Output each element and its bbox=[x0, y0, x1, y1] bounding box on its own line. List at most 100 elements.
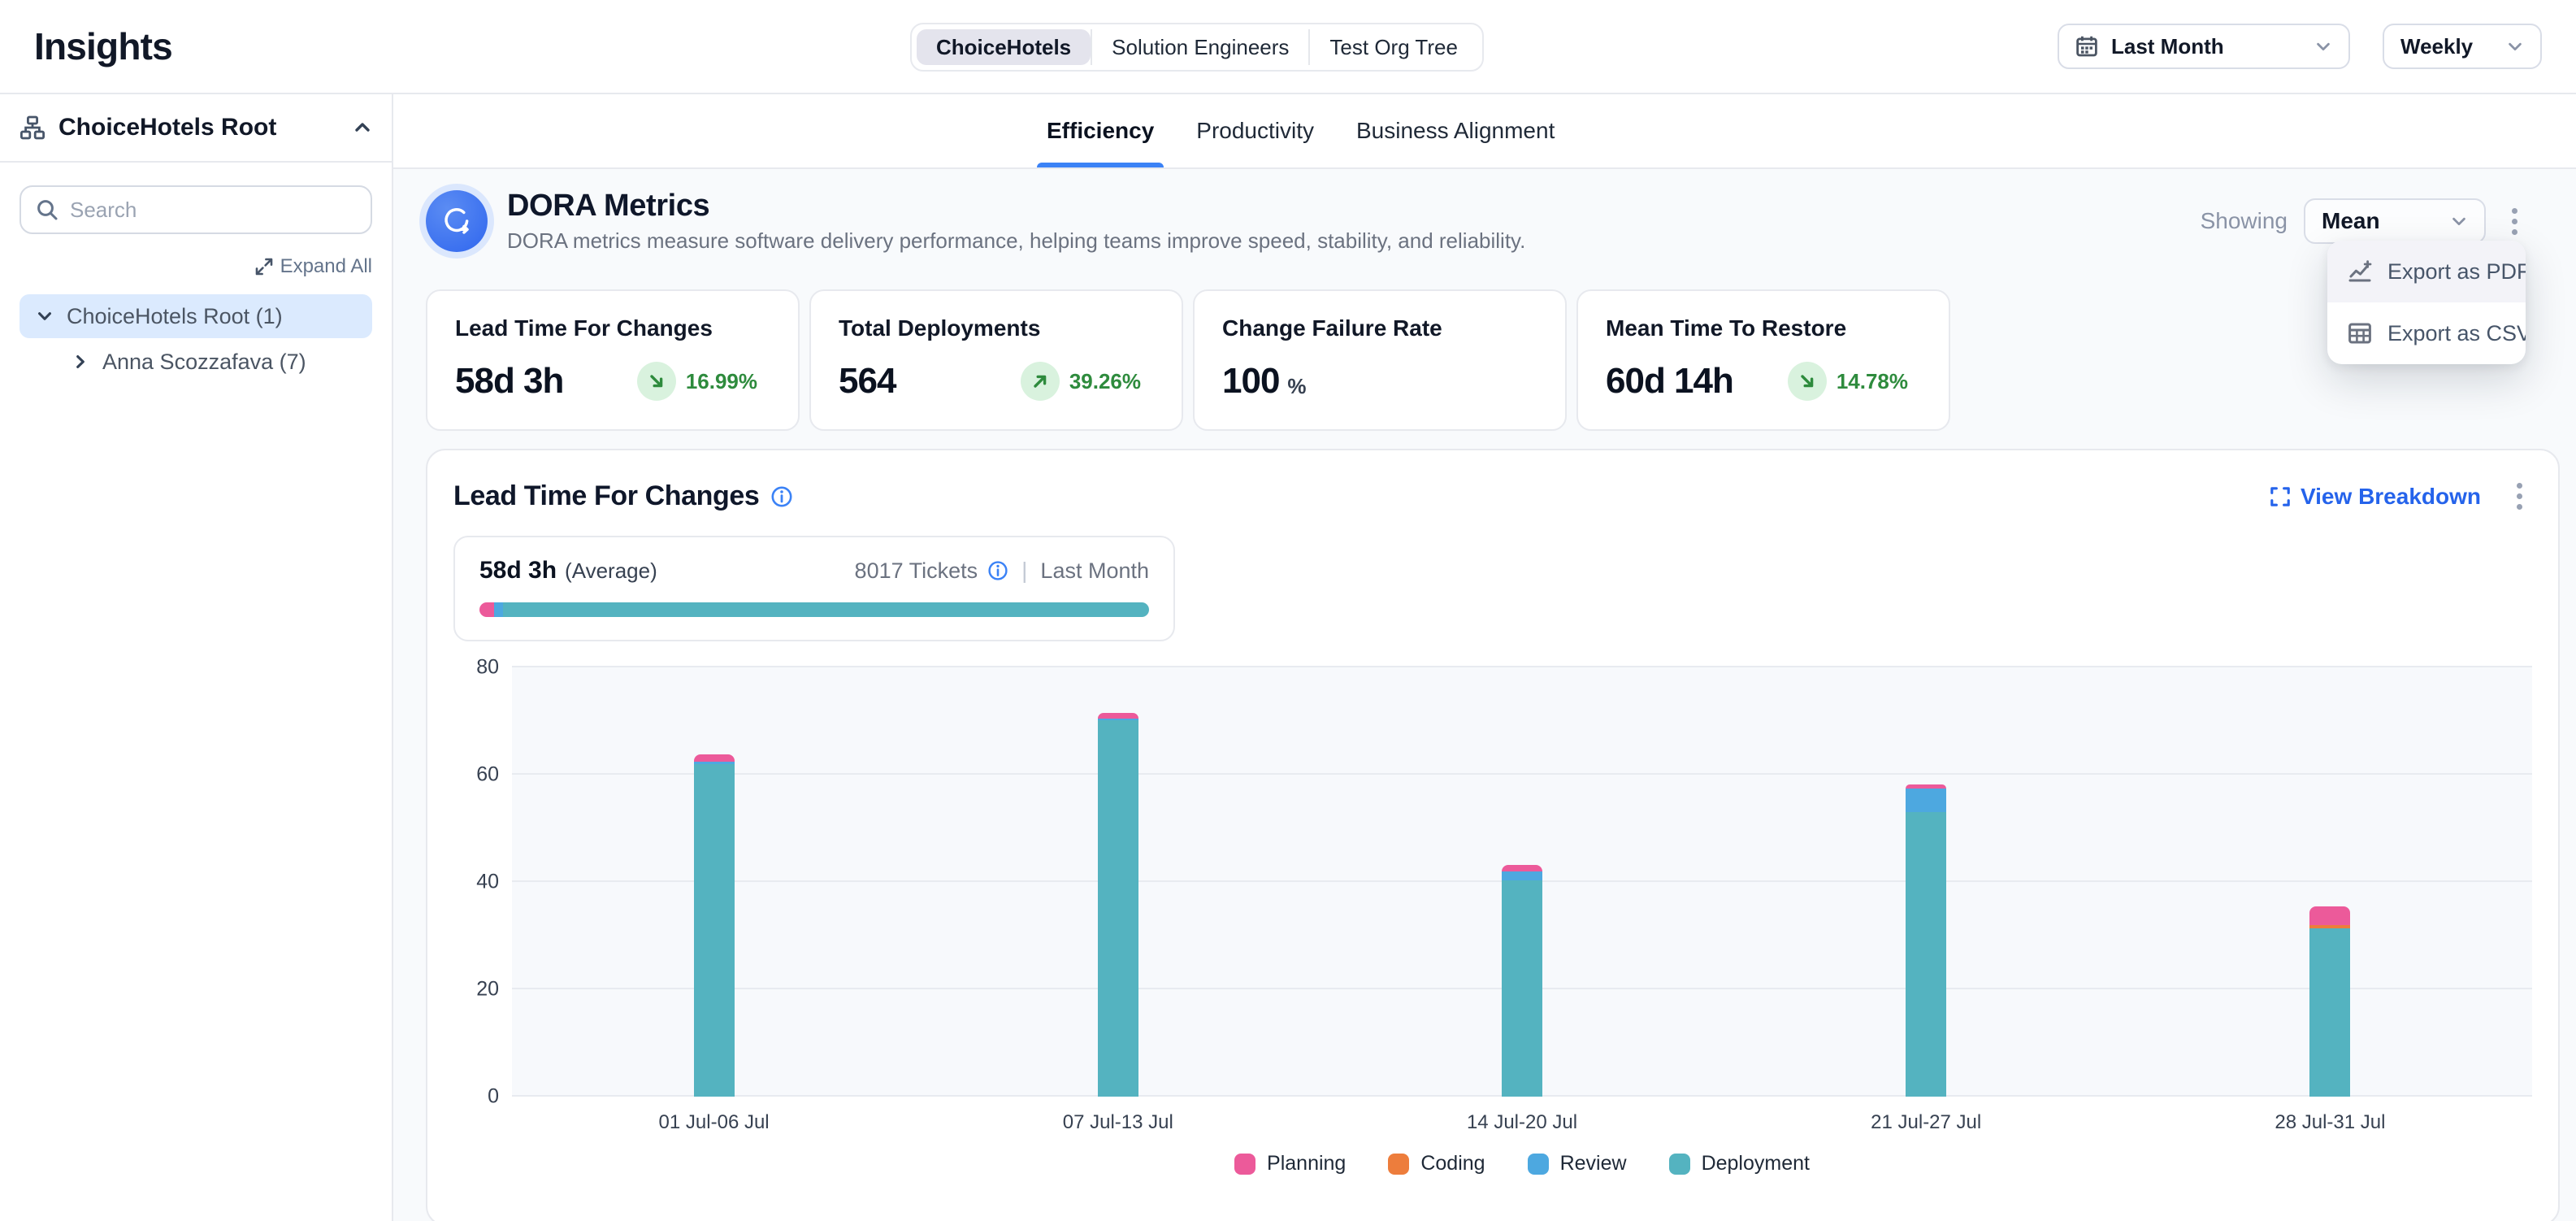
legend-swatch-coding bbox=[1388, 1154, 1409, 1175]
metric-card-title: Total Deployments bbox=[839, 315, 1154, 341]
menu-item-label: Export as CSV bbox=[2387, 321, 2526, 346]
average-summary-card: 58d 3h (Average) 8017 Tickets | Last Mon… bbox=[453, 536, 1175, 641]
lead-time-title: Lead Time For Changes bbox=[453, 480, 759, 512]
tab-productivity[interactable]: Productivity bbox=[1196, 94, 1314, 167]
bar-21-jul-27-jul[interactable] bbox=[1906, 784, 1946, 1097]
bar-28-jul-31-jul[interactable] bbox=[2309, 906, 2350, 1097]
metric-card-unit: % bbox=[1287, 374, 1306, 399]
bar-segment-deployment bbox=[1906, 812, 1946, 1097]
legend-item-coding[interactable]: Coding bbox=[1388, 1152, 1485, 1175]
plot-area bbox=[512, 667, 2532, 1097]
tree-item-label: Anna Scozzafava (7) bbox=[102, 350, 306, 375]
metric-card-value-row: 564 39.26% bbox=[839, 361, 1154, 402]
menu-item-export-as-pdf[interactable]: Export as PDF bbox=[2327, 241, 2526, 302]
bar-14-jul-20-jul[interactable] bbox=[1502, 865, 1542, 1097]
metric-card-value-row: 58d 3h 16.99% bbox=[455, 361, 770, 402]
bar-segment-deployment bbox=[694, 764, 735, 1097]
metric-cards: Lead Time For Changes58d 3h16.99%Total D… bbox=[426, 289, 2560, 431]
active-tab-underline bbox=[1037, 163, 1164, 167]
view-breakdown-label: View Breakdown bbox=[2301, 484, 2481, 510]
metric-card-value-row: 100% bbox=[1222, 361, 1537, 402]
main-area: Efficiency Productivity Business Alignment… bbox=[393, 94, 2576, 1221]
tab-efficiency[interactable]: Efficiency bbox=[1047, 94, 1154, 167]
org-tab-test-org-tree[interactable]: Test Org Tree bbox=[1308, 29, 1477, 65]
legend-item-deployment[interactable]: Deployment bbox=[1669, 1152, 1810, 1175]
bar-07-jul-13-jul[interactable] bbox=[1098, 713, 1138, 1097]
metric-card-value: 60d 14h bbox=[1606, 361, 1733, 402]
menu-item-export-as-csv[interactable]: Export as CSV bbox=[2327, 302, 2526, 364]
expand-corners-icon bbox=[2270, 486, 2291, 507]
chevron-down-icon bbox=[2314, 37, 2332, 55]
granularity-dropdown[interactable]: Weekly bbox=[2383, 24, 2542, 69]
chevron-up-icon[interactable] bbox=[353, 118, 372, 137]
info-icon[interactable] bbox=[770, 485, 793, 508]
menu-item-label: Export as PDF bbox=[2387, 259, 2526, 285]
tree-item-label: ChoiceHotels Root (1) bbox=[67, 304, 283, 329]
gridline-80 bbox=[512, 666, 2532, 667]
search-icon bbox=[36, 198, 59, 221]
chevron-right-icon[interactable] bbox=[72, 353, 89, 371]
content-area: DORA Metrics DORA metrics measure softwa… bbox=[393, 169, 2576, 1221]
x-tick-label: 07 Jul-13 Jul bbox=[1063, 1111, 1173, 1134]
y-tick-label: 0 bbox=[488, 1085, 499, 1109]
expand-all-label: Expand All bbox=[280, 255, 372, 278]
date-range-dropdown[interactable]: Last Month bbox=[2058, 24, 2350, 69]
y-tick-label: 20 bbox=[476, 978, 499, 1002]
bar-segment-deployment bbox=[1502, 880, 1542, 1097]
dora-title: DORA Metrics bbox=[507, 189, 1525, 224]
bar-segment-planning bbox=[2309, 906, 2350, 926]
chevron-down-icon[interactable] bbox=[36, 307, 54, 325]
tree-item-anna-scozzafava-7[interactable]: Anna Scozzafava (7) bbox=[20, 340, 372, 384]
tab-label: Efficiency bbox=[1047, 118, 1154, 144]
bar-segment-planning bbox=[1502, 865, 1542, 871]
metric-card-value: 564 bbox=[839, 361, 896, 402]
bar-segment-planning bbox=[1098, 713, 1138, 719]
search-box[interactable] bbox=[20, 185, 372, 234]
trend-value: 16.99% bbox=[686, 369, 757, 394]
granularity-value: Weekly bbox=[2400, 34, 2473, 59]
lead-time-more-menu-button[interactable] bbox=[2507, 476, 2532, 516]
legend-item-review[interactable]: Review bbox=[1528, 1152, 1627, 1175]
y-axis: 020406080 bbox=[453, 667, 512, 1097]
metric-card-mean-time-to-restore: Mean Time To Restore60d 14h14.78% bbox=[1576, 289, 1950, 431]
org-tab-choicehotels[interactable]: ChoiceHotels bbox=[917, 29, 1091, 65]
trend-value: 39.26% bbox=[1069, 369, 1141, 394]
org-tab-solution-engineers[interactable]: Solution Engineers bbox=[1091, 29, 1308, 65]
chart-line-icon bbox=[2347, 259, 2373, 285]
org-tree-icon bbox=[20, 115, 46, 141]
tree-item-choicehotels-root-1[interactable]: ChoiceHotels Root (1) bbox=[20, 294, 372, 338]
metric-card-value: 58d 3h bbox=[455, 361, 563, 402]
dora-subtitle: DORA metrics measure software delivery p… bbox=[507, 228, 1525, 254]
legend-swatch-planning bbox=[1234, 1154, 1255, 1175]
bar-01-jul-06-jul[interactable] bbox=[694, 754, 735, 1097]
chevron-down-icon bbox=[2506, 37, 2524, 55]
x-tick-label: 01 Jul-06 Jul bbox=[659, 1111, 770, 1134]
showing-dropdown[interactable]: Mean bbox=[2304, 198, 2486, 244]
x-tick-label: 28 Jul-31 Jul bbox=[2275, 1111, 2385, 1134]
bar-segment-review bbox=[1906, 789, 1946, 813]
legend-item-planning[interactable]: Planning bbox=[1234, 1152, 1346, 1175]
top-controls: Last Month Weekly bbox=[2058, 24, 2542, 69]
dora-more-menu-button[interactable] bbox=[2502, 202, 2527, 241]
info-icon[interactable] bbox=[987, 560, 1008, 581]
tab-business-alignment[interactable]: Business Alignment bbox=[1356, 94, 1555, 167]
expand-arrows-icon bbox=[254, 257, 274, 276]
showing-label: Showing bbox=[2201, 208, 2288, 234]
lead-time-card: Lead Time For Changes View Breakdown bbox=[426, 449, 2560, 1221]
dora-header: DORA Metrics DORA metrics measure softwa… bbox=[426, 189, 2560, 254]
view-breakdown-button[interactable]: View Breakdown bbox=[2270, 484, 2481, 510]
legend-label: Coding bbox=[1420, 1152, 1485, 1175]
phase-distribution-bar bbox=[479, 602, 1149, 617]
gridline-60 bbox=[512, 773, 2532, 775]
org-switcher: ChoiceHotelsSolution EngineersTest Org T… bbox=[910, 23, 1484, 72]
trend-badge: 16.99% bbox=[637, 362, 757, 401]
lead-time-chart: 020406080 bbox=[453, 667, 2532, 1097]
bar-segment-deployment bbox=[2309, 928, 2350, 1097]
expand-all-button[interactable]: Expand All bbox=[20, 255, 372, 278]
sidebar-header[interactable]: ChoiceHotels Root bbox=[0, 94, 392, 163]
showing-value: Mean bbox=[2322, 208, 2380, 234]
trend-badge: 39.26% bbox=[1021, 362, 1141, 401]
top-bar: Insights ChoiceHotelsSolution EngineersT… bbox=[0, 0, 2576, 94]
search-input[interactable] bbox=[70, 198, 356, 223]
insights-dashboard: Insights ChoiceHotelsSolution EngineersT… bbox=[0, 0, 2576, 1221]
